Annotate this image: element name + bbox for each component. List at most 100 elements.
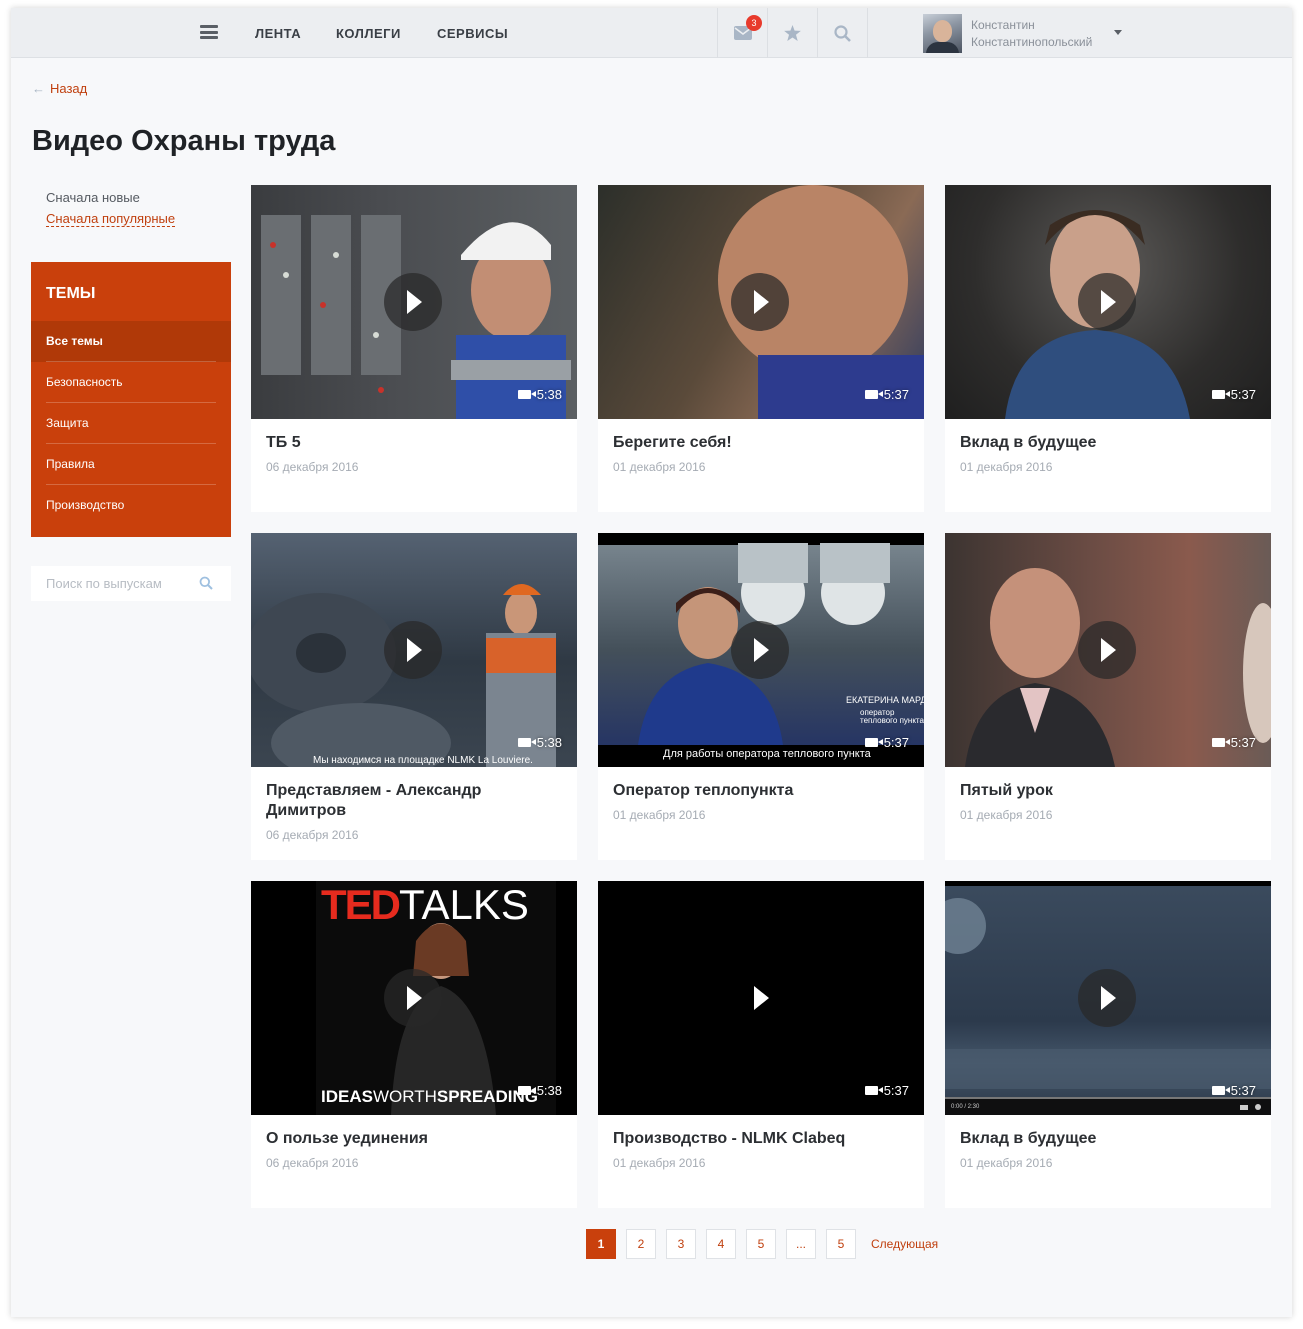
theme-item-all[interactable]: Все темы — [31, 321, 231, 362]
video-card[interactable]: 5:37 Пятый урок 01 декабря 2016 — [945, 533, 1271, 860]
video-card[interactable]: 5:37 Берегите себя! 01 декабря 2016 — [598, 185, 924, 512]
page-button[interactable]: 3 — [666, 1229, 696, 1259]
sort-popular[interactable]: Сначала популярные — [46, 211, 176, 227]
video-card[interactable]: TEDTALKS IDEASWORTHSPREADING 5:38 О поль… — [251, 881, 577, 1208]
camera-icon — [864, 1086, 883, 1095]
video-card[interactable]: ЕКАТЕРИНА МАРД оператор теплового пункта… — [598, 533, 924, 860]
theme-item-protection[interactable]: Защита — [31, 403, 231, 444]
page-button[interactable]: 2 — [626, 1229, 656, 1259]
video-duration: 5:38 — [517, 1083, 562, 1098]
user-name: Константин Константинопольский — [971, 17, 1092, 51]
video-duration: 5:37 — [1211, 1083, 1256, 1098]
chevron-down-icon[interactable] — [1114, 30, 1122, 35]
video-thumbnail: Мы находимся на площадке NLMK La Louvier… — [251, 533, 577, 767]
page-button[interactable]: 5 — [746, 1229, 776, 1259]
play-icon[interactable] — [384, 969, 442, 1027]
nav-feed[interactable]: ЛЕНТА — [255, 26, 301, 41]
play-icon[interactable] — [384, 273, 442, 331]
camera-icon — [517, 1086, 536, 1095]
play-icon[interactable] — [731, 969, 789, 1027]
lower-third-name: ЕКАТЕРИНА МАРД — [846, 695, 924, 705]
video-date: 01 декабря 2016 — [960, 808, 1053, 822]
video-date: 06 декабря 2016 — [266, 460, 359, 474]
user-menu[interactable]: Константин Константинопольский — [867, 8, 1107, 58]
video-title: Оператор теплопункта — [613, 782, 794, 799]
page-button[interactable]: 5 — [826, 1229, 856, 1259]
video-card[interactable]: 5:37 Вклад в будущее 01 декабря 2016 — [945, 185, 1271, 512]
sort-options: Сначала новые Сначала популярные — [46, 190, 176, 227]
video-card[interactable]: 5:38 ТБ 5 06 декабря 2016 — [251, 185, 577, 512]
video-duration: 5:37 — [864, 1083, 909, 1098]
back-label: Назад — [50, 81, 88, 96]
video-date: 01 декабря 2016 — [613, 460, 706, 474]
video-duration: 5:38 — [517, 387, 562, 402]
video-thumbnail: 5:37 — [945, 185, 1271, 419]
search-icon[interactable] — [199, 576, 213, 590]
theme-item-production[interactable]: Производство — [31, 485, 231, 526]
camera-icon — [864, 738, 883, 747]
video-title: Представляем - Александр Димитров — [266, 782, 482, 819]
camera-icon — [517, 738, 536, 747]
camera-icon — [864, 390, 883, 399]
video-date: 01 декабря 2016 — [613, 1156, 706, 1170]
video-card[interactable]: Мы находимся на площадке NLMK La Louvier… — [251, 533, 577, 860]
messages-button[interactable]: 3 — [717, 8, 767, 58]
sort-newest[interactable]: Сначала новые — [46, 190, 175, 205]
camera-icon — [1211, 738, 1230, 747]
star-icon — [784, 25, 801, 41]
back-link[interactable]: ← Назад — [32, 81, 87, 96]
video-date: 01 декабря 2016 — [960, 460, 1053, 474]
video-card[interactable]: 5:37 Производство - NLMK Clabeq 01 декаб… — [598, 881, 924, 1208]
video-thumbnail: TEDTALKS IDEASWORTHSPREADING 5:38 — [251, 881, 577, 1115]
video-title: ТБ 5 — [266, 434, 301, 451]
play-icon[interactable] — [384, 621, 442, 679]
page-title: Видео Охраны труда — [32, 125, 336, 157]
themes-panel: Темы Все темы Безопасность Защита Правил… — [31, 262, 231, 537]
video-title: Пятый урок — [960, 782, 1053, 799]
video-title: Берегите себя! — [613, 434, 732, 451]
play-icon[interactable] — [1078, 273, 1136, 331]
video-card[interactable]: 0:00 / 2:30 5:37 Вклад в будущее 01 дека… — [945, 881, 1271, 1208]
video-thumbnail: 5:37 — [598, 881, 924, 1115]
video-duration: 5:37 — [864, 387, 909, 402]
arrow-left-icon: ← — [32, 81, 45, 96]
menu-icon[interactable] — [200, 25, 218, 39]
theme-item-safety[interactable]: Безопасность — [31, 362, 231, 403]
video-title: Вклад в будущее — [960, 1130, 1097, 1147]
lower-third-role: оператор теплового пункта — [860, 708, 924, 725]
search-button[interactable] — [817, 8, 867, 58]
video-date: 01 декабря 2016 — [613, 808, 706, 822]
themes-title: Темы — [46, 285, 96, 302]
video-date: 06 декабря 2016 — [266, 828, 359, 842]
video-duration: 5:37 — [864, 735, 909, 750]
notification-badge: 3 — [746, 15, 762, 31]
play-icon[interactable] — [731, 273, 789, 331]
theme-item-rules[interactable]: Правила — [31, 444, 231, 485]
page-ellipsis[interactable]: ... — [786, 1229, 816, 1259]
page-button[interactable]: 4 — [706, 1229, 736, 1259]
nav-colleagues[interactable]: КОЛЛЕГИ — [336, 26, 401, 41]
video-title: О пользе уединения — [266, 1130, 428, 1147]
next-page-link[interactable]: Следующая — [871, 1237, 938, 1251]
video-title: Вклад в будущее — [960, 434, 1097, 451]
video-thumbnail: 0:00 / 2:30 5:37 — [945, 881, 1271, 1115]
play-icon[interactable] — [731, 621, 789, 679]
video-thumbnail: 5:38 — [251, 185, 577, 419]
camera-icon — [1211, 1086, 1230, 1095]
camera-icon — [517, 390, 536, 399]
page-button[interactable]: 1 — [586, 1229, 616, 1259]
video-duration: 5:38 — [517, 735, 562, 750]
player-time: 0:00 / 2:30 — [951, 1104, 980, 1110]
user-last-name: Константинопольский — [971, 35, 1093, 49]
video-caption: Мы находимся на площадке NLMK La Louvier… — [313, 755, 533, 766]
top-bar: ЛЕНТА КОЛЛЕГИ СЕРВИСЫ 3 Константин Конст… — [11, 8, 1292, 58]
play-icon[interactable] — [1078, 621, 1136, 679]
favorites-button[interactable] — [767, 8, 817, 58]
camera-icon — [1211, 390, 1230, 399]
app-frame: ЛЕНТА КОЛЛЕГИ СЕРВИСЫ 3 Константин Конст… — [11, 8, 1292, 1317]
nav-services[interactable]: СЕРВИСЫ — [437, 26, 508, 41]
search-input[interactable] — [31, 566, 201, 601]
issue-search — [31, 566, 231, 601]
video-thumbnail: ЕКАТЕРИНА МАРД оператор теплового пункта… — [598, 533, 924, 767]
play-icon[interactable] — [1078, 969, 1136, 1027]
